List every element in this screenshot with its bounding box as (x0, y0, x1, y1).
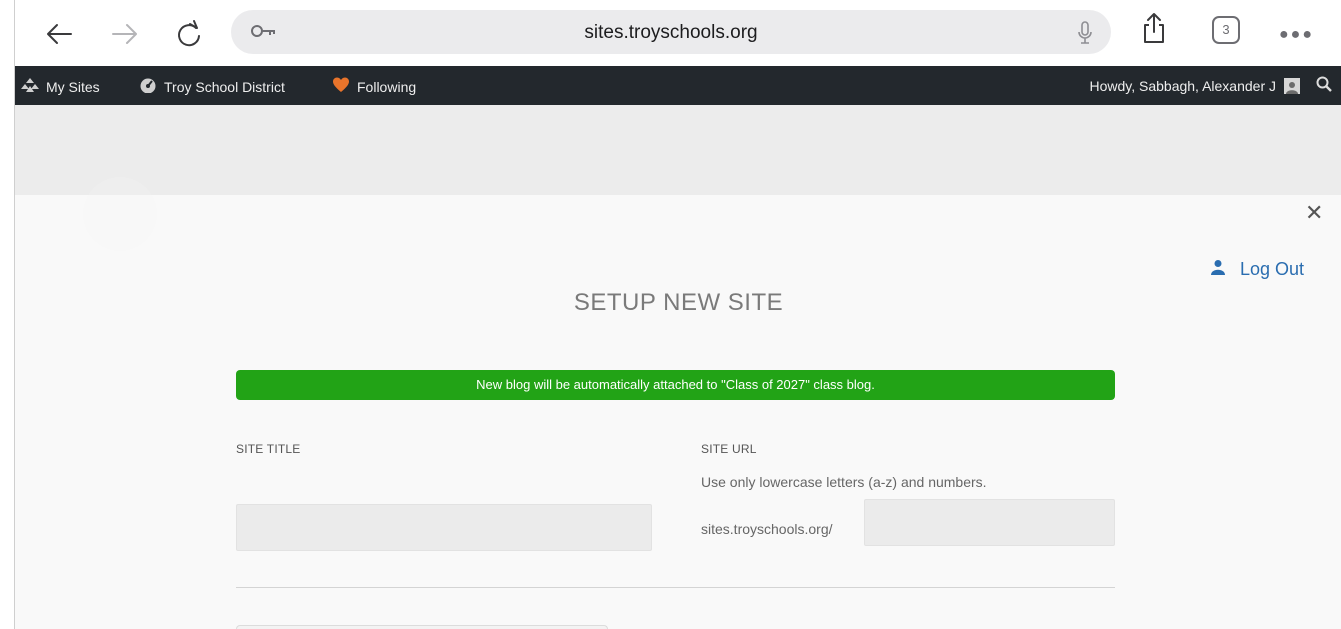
following-label: Following (357, 78, 417, 95)
address-text: sites.troyschools.org (584, 22, 758, 43)
site-url-label: SITE URL (701, 442, 757, 456)
site-title-input[interactable] (236, 504, 652, 551)
microphone-icon[interactable] (1077, 21, 1093, 50)
divider (236, 587, 1115, 588)
back-arrow-icon[interactable] (39, 14, 79, 54)
my-sites-label: My Sites (46, 78, 100, 95)
browser-toolbar: sites.troyschools.org 3 ●●● (15, 0, 1341, 66)
user-icon (1210, 259, 1226, 280)
site-title-label: SITE TITLE (236, 442, 301, 456)
setup-site-modal: ✕ Log Out SETUP NEW SITE New blog will b… (15, 195, 1341, 629)
following-menu[interactable]: Following (332, 77, 416, 96)
logout-link[interactable]: Log Out (1210, 259, 1304, 280)
site-header-background (15, 105, 1341, 195)
site-url-hint: Use only lowercase letters (a-z) and num… (701, 474, 987, 490)
my-sites-menu[interactable]: My Sites (21, 77, 100, 96)
modal-title: SETUP NEW SITE (573, 289, 784, 316)
logout-label: Log Out (1240, 259, 1305, 279)
site-url-input[interactable] (864, 499, 1115, 546)
admin-bar: My Sites Troy School District Following … (15, 66, 1341, 105)
forward-arrow-icon[interactable] (105, 14, 145, 54)
reload-icon[interactable] (169, 14, 209, 54)
close-icon[interactable]: ✕ (1305, 200, 1323, 226)
heart-icon (332, 77, 350, 96)
page-background: ✕ Log Out SETUP NEW SITE New blog will b… (15, 105, 1341, 629)
search-icon[interactable] (1316, 76, 1332, 95)
site-name-menu[interactable]: Troy School District (139, 77, 285, 96)
share-icon[interactable] (1142, 12, 1166, 49)
account-greeting[interactable]: Howdy, Sabbagh, Alexander J (1089, 78, 1276, 94)
site-name-label: Troy School District (164, 78, 285, 95)
account-area: Howdy, Sabbagh, Alexander J (1089, 66, 1341, 105)
browser-window: sites.troyschools.org 3 ●●● My Sites Tro… (14, 0, 1341, 629)
address-bar[interactable]: sites.troyschools.org (231, 10, 1111, 54)
my-sites-icon (21, 77, 39, 96)
avatar[interactable] (1284, 77, 1300, 94)
dashboard-icon (139, 77, 157, 96)
tabs-icon[interactable]: 3 (1212, 16, 1240, 44)
site-url-prefix: sites.troyschools.org/ (701, 521, 833, 537)
notice-banner: New blog will be automatically attached … (236, 370, 1115, 400)
next-field-partial[interactable] (236, 625, 608, 629)
more-icon[interactable]: ●●● (1279, 26, 1314, 44)
